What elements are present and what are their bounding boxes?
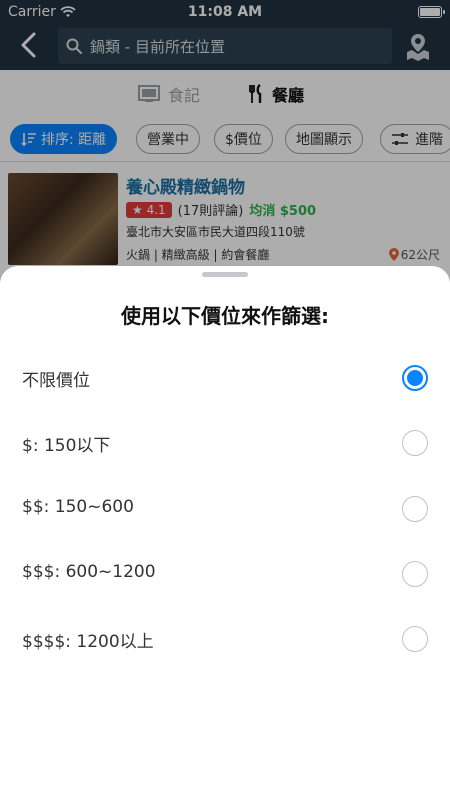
option-label: 不限價位 bbox=[22, 371, 90, 391]
price-option-3[interactable]: $$$: 600~1200 bbox=[0, 546, 450, 602]
radio-selected[interactable] bbox=[402, 365, 428, 391]
radio-unselected[interactable] bbox=[402, 430, 428, 456]
option-label: $$$$: 1200以上 bbox=[22, 632, 154, 652]
sheet-drag-handle[interactable] bbox=[202, 272, 248, 277]
price-option-1[interactable]: $: 150以下 bbox=[0, 415, 450, 471]
price-option-any[interactable]: 不限價位 bbox=[0, 350, 450, 406]
option-label: $$: 150~600 bbox=[22, 497, 134, 517]
option-label: $$$: 600~1200 bbox=[22, 562, 156, 582]
price-filter-sheet: 使用以下價位來作篩選: 不限價位 $: 150以下 $$: 150~600 $$… bbox=[0, 266, 450, 800]
radio-unselected[interactable] bbox=[402, 626, 428, 652]
sheet-title: 使用以下價位來作篩選: bbox=[121, 304, 329, 328]
price-option-2[interactable]: $$: 150~600 bbox=[0, 481, 450, 537]
radio-unselected[interactable] bbox=[402, 561, 428, 587]
radio-unselected[interactable] bbox=[402, 496, 428, 522]
price-option-4[interactable]: $$$$: 1200以上 bbox=[0, 611, 450, 667]
option-label: $: 150以下 bbox=[22, 436, 111, 456]
